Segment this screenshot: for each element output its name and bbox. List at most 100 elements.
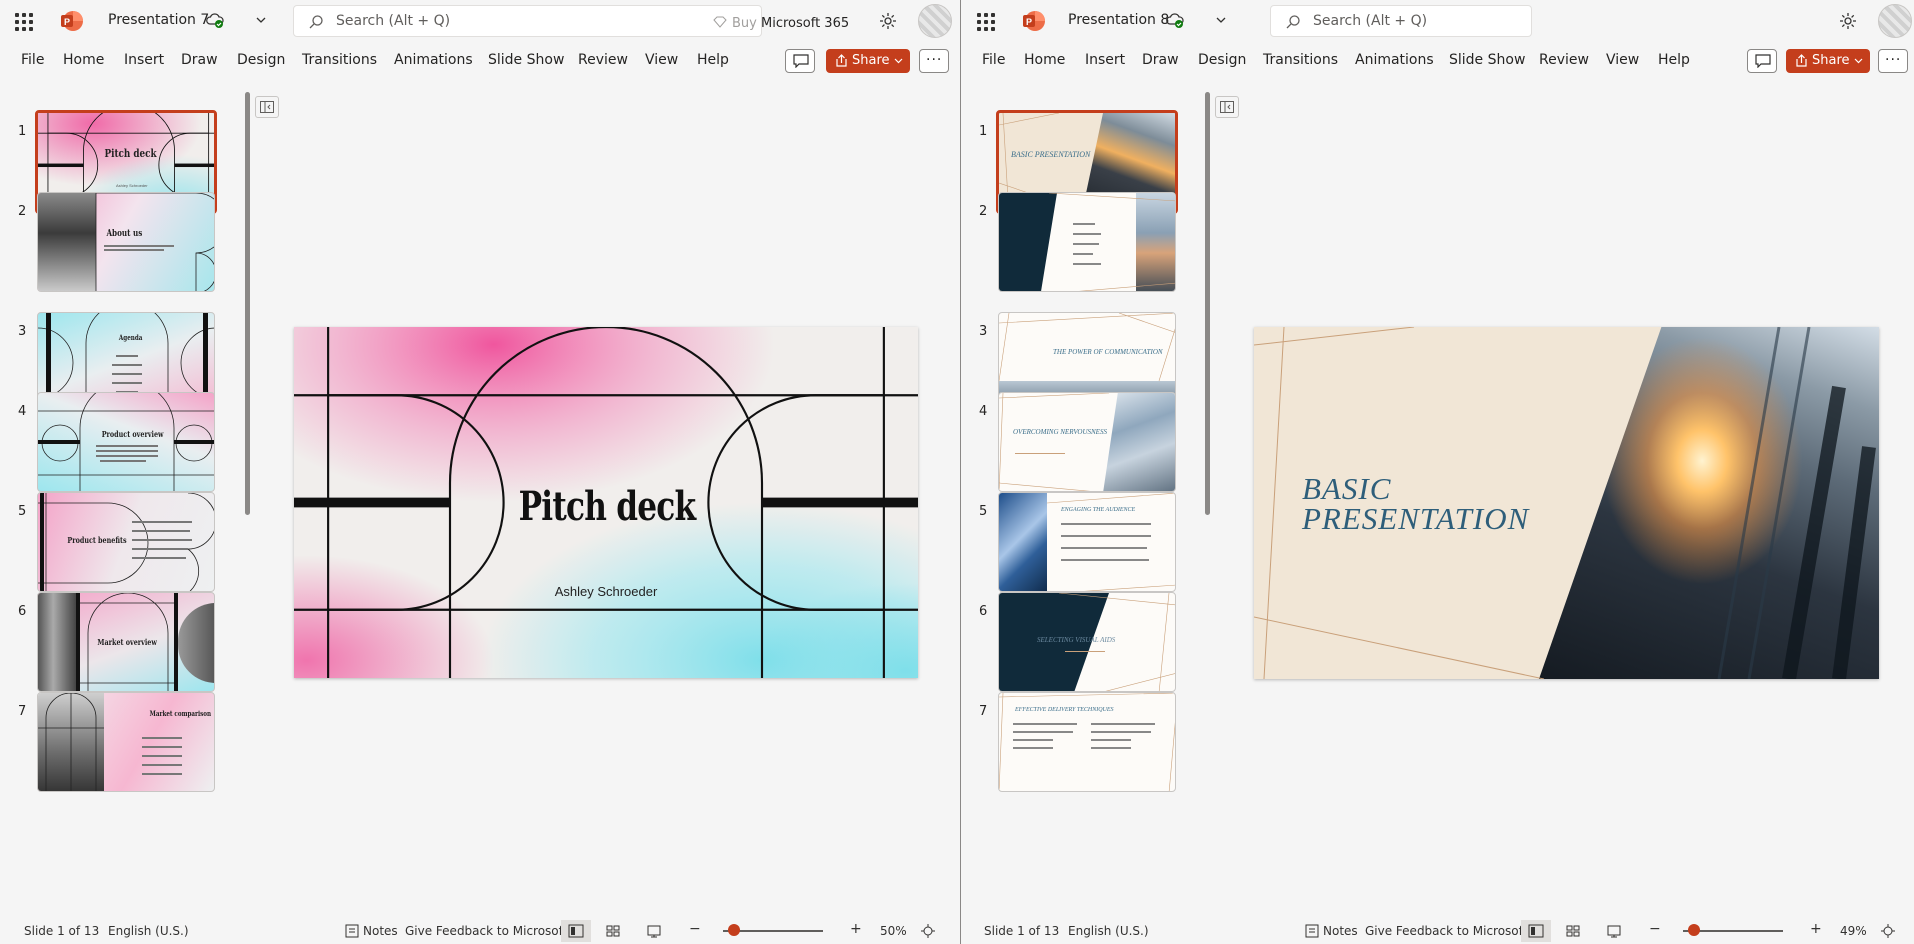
document-title[interactable]: Presentation 7 [108,12,209,28]
slide-thumbnail[interactable]: 2 About us [0,192,245,296]
search-box[interactable]: Search (Alt + Q) Buy Microsoft 365 [293,5,849,37]
zoom-level[interactable]: 49% [1840,924,1867,938]
fit-to-window-icon[interactable] [920,923,936,939]
tab-animations[interactable]: Animations [394,52,473,68]
zoom-slider-handle[interactable] [728,924,740,936]
gear-icon[interactable] [878,11,898,31]
zoom-in-button[interactable]: + [850,921,862,937]
feedback-link[interactable]: Give Feedback to Microsoft [405,924,567,938]
tab-design[interactable]: Design [237,52,285,68]
thumbnail-scrollbar[interactable] [1205,92,1210,515]
more-options-button[interactable]: ··· [1878,49,1908,73]
tab-animations[interactable]: Animations [1355,52,1434,68]
comments-button[interactable] [1747,49,1777,73]
buy-microsoft-365-link[interactable]: Buy Microsoft 365 [732,16,849,31]
collapse-thumbnail-pane-button[interactable] [255,96,279,118]
slide-thumbnail[interactable]: 7 EFFECTIVE DELIVERY TECHNIQUES [961,692,1206,796]
app-launcher-icon[interactable] [975,11,995,31]
slide-thumbnail[interactable]: 2 [961,192,1206,296]
tab-transitions[interactable]: Transitions [302,52,377,68]
slide-sorter-icon[interactable] [1565,923,1581,939]
slide-7-preview[interactable]: Market comparison [37,692,215,792]
more-options-button[interactable]: ··· [919,49,949,73]
powerpoint-logo-icon[interactable]: P [1022,10,1046,32]
tab-file[interactable]: File [982,52,1005,68]
slide-5-preview[interactable]: ENGAGING THE AUDIENCE [998,492,1176,592]
tab-draw[interactable]: Draw [181,52,218,68]
language-indicator[interactable]: English (U.S.) [1068,924,1149,938]
comments-button[interactable] [785,49,815,73]
collapse-thumbnail-pane-button[interactable] [1215,96,1239,118]
language-indicator[interactable]: English (U.S.) [108,924,189,938]
slide-thumbnail[interactable]: 5 ENGAGING THE AUDIENCE [961,492,1206,596]
thumbnail-scrollbar[interactable] [245,92,250,515]
slide-title[interactable]: Pitch deck [513,483,700,530]
zoom-level[interactable]: 50% [880,924,907,938]
tab-design[interactable]: Design [1198,52,1246,68]
ribbon-tabs: File Home Insert Draw Design Transitions… [0,44,960,78]
slide-6-preview[interactable]: SELECTING VISUAL AIDS [998,592,1176,692]
slide-2-preview[interactable]: About us [37,192,215,292]
slide-thumbnail[interactable]: 4 OVERCOMING NERVOUSNESS [961,392,1206,496]
slide-4-preview[interactable]: OVERCOMING NERVOUSNESS [998,392,1176,492]
tab-draw[interactable]: Draw [1142,52,1179,68]
avatar[interactable] [1878,4,1912,38]
gear-icon[interactable] [1838,11,1858,31]
search-icon [309,15,323,29]
tab-help[interactable]: Help [697,52,729,68]
chevron-down-icon[interactable] [254,13,268,27]
slide-sorter-icon[interactable] [605,923,621,939]
notes-button[interactable]: Notes [1323,924,1358,938]
zoom-out-button[interactable]: − [689,921,701,937]
tab-view[interactable]: View [645,52,678,68]
reading-view-icon[interactable] [646,923,662,939]
app-launcher-icon[interactable] [13,11,33,31]
slide-thumbnail[interactable]: 6 SELECTING VISUAL AIDS [961,592,1206,696]
tab-view[interactable]: View [1606,52,1639,68]
tab-help[interactable]: Help [1658,52,1690,68]
tab-insert[interactable]: Insert [124,52,164,68]
slide-4-preview[interactable]: Product overview [37,392,215,492]
feedback-link[interactable]: Give Feedback to Microsoft [1365,924,1527,938]
slide-editor-canvas[interactable]: Pitch deck Ashley Schroeder [294,327,918,678]
tab-review[interactable]: Review [578,52,628,68]
slide-7-preview[interactable]: EFFECTIVE DELIVERY TECHNIQUES [998,692,1176,792]
tab-file[interactable]: File [21,52,44,68]
slide-2-title: About us [106,229,143,239]
slide-thumbnail[interactable]: 7 Market comparison [0,692,245,796]
zoom-slider-handle[interactable] [1688,924,1700,936]
zoom-out-button[interactable]: − [1649,921,1661,937]
slide-counter: Slide 1 of 13 [24,924,100,938]
slide-thumbnail[interactable]: 5 Product benefits [0,492,245,596]
tab-slide-show[interactable]: Slide Show [1449,52,1525,68]
slide-2-preview[interactable] [998,192,1176,292]
share-button[interactable]: Share [826,49,910,73]
tab-transitions[interactable]: Transitions [1263,52,1338,68]
slide-thumbnail[interactable]: 6 Market overview [0,592,245,696]
slide-editor-canvas[interactable]: BASIC PRESENTATION [1254,327,1879,679]
tab-home[interactable]: Home [63,52,104,68]
status-bar: Slide 1 of 13 English (U.S.) Notes Give … [0,918,960,944]
panel-toggle-icon [260,101,274,113]
search-box[interactable]: Search (Alt + Q) [1270,5,1532,37]
normal-view-button[interactable] [1521,920,1551,942]
tab-insert[interactable]: Insert [1085,52,1125,68]
slide-title-line-2[interactable]: PRESENTATION [1302,502,1529,536]
slide-subtitle[interactable]: Ashley Schroeder [504,584,708,599]
slide-5-preview[interactable]: Product benefits [37,492,215,592]
document-title[interactable]: Presentation 8 [1068,12,1169,28]
powerpoint-logo-icon[interactable]: P [60,10,84,32]
share-button[interactable]: Share [1786,49,1870,73]
tab-home[interactable]: Home [1024,52,1065,68]
tab-review[interactable]: Review [1539,52,1589,68]
tab-slide-show[interactable]: Slide Show [488,52,564,68]
normal-view-button[interactable] [561,920,591,942]
chevron-down-icon[interactable] [1214,13,1228,27]
avatar[interactable] [918,4,952,38]
zoom-in-button[interactable]: + [1810,921,1822,937]
reading-view-icon[interactable] [1606,923,1622,939]
fit-to-window-icon[interactable] [1880,923,1896,939]
slide-6-preview[interactable]: Market overview [37,592,215,692]
notes-button[interactable]: Notes [363,924,398,938]
slide-thumbnail[interactable]: 4 Product overview [0,392,245,496]
